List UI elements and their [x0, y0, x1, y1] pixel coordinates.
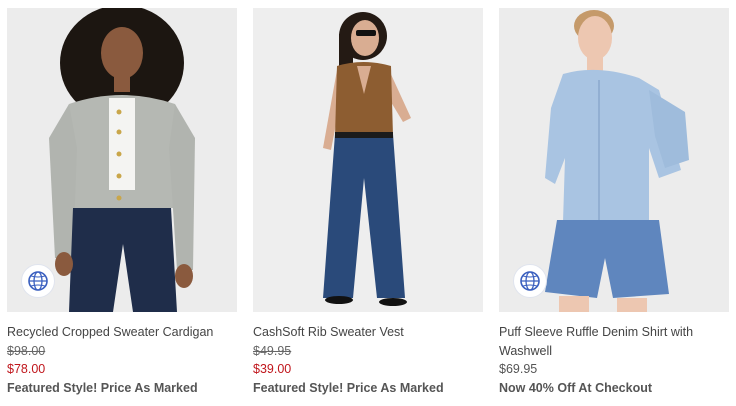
product-image-denim-shirt[interactable]	[499, 8, 729, 312]
product-info: Puff Sleeve Ruffle Denim Shirt with Wash…	[499, 312, 729, 397]
recycle-globe-icon	[513, 264, 547, 298]
promo-text: Featured Style! Price As Marked	[253, 380, 444, 395]
model-photo	[253, 8, 483, 312]
original-price: $98.00	[7, 343, 46, 358]
product-name-continued[interactable]: Washwell	[499, 342, 729, 361]
product-image-sweater-vest[interactable]	[253, 8, 483, 312]
product-name[interactable]: CashSoft Rib Sweater Vest	[253, 323, 483, 342]
promo-text: Featured Style! Price As Marked	[7, 380, 198, 395]
product-info: CashSoft Rib Sweater Vest $49.95 $39.00 …	[253, 312, 483, 397]
sale-price: $78.00	[7, 362, 46, 376]
product-grid: Recycled Cropped Sweater Cardigan $98.00…	[0, 0, 736, 406]
original-price: $49.95	[253, 343, 292, 358]
product-image-cardigan[interactable]	[7, 8, 237, 312]
promo-text: Now 40% Off At Checkout	[499, 380, 653, 395]
product-card[interactable]: Recycled Cropped Sweater Cardigan $98.00…	[7, 8, 237, 397]
recycle-globe-icon	[21, 264, 55, 298]
product-card[interactable]: CashSoft Rib Sweater Vest $49.95 $39.00 …	[253, 8, 483, 397]
product-card[interactable]: Puff Sleeve Ruffle Denim Shirt with Wash…	[499, 8, 729, 397]
product-name[interactable]: Recycled Cropped Sweater Cardigan	[7, 323, 237, 342]
price: $69.95	[499, 362, 538, 376]
sale-price: $39.00	[253, 362, 292, 376]
product-name[interactable]: Puff Sleeve Ruffle Denim Shirt with	[499, 323, 729, 342]
product-info: Recycled Cropped Sweater Cardigan $98.00…	[7, 312, 237, 397]
